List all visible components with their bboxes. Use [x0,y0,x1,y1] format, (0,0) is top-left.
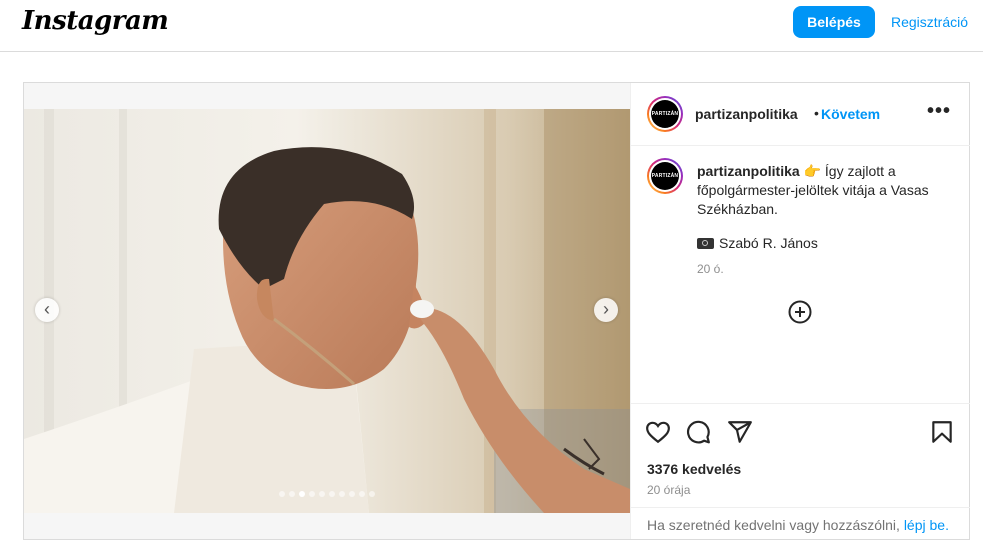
follow-button[interactable]: Követem [821,106,880,122]
carousel-dot [299,491,305,497]
separator-dot: • [814,105,819,121]
avatar[interactable]: PARTIZÁN [647,96,683,132]
heart-icon[interactable] [645,419,671,445]
carousel-dot [369,491,375,497]
carousel-dot [339,491,345,497]
carousel-indicator [279,491,375,497]
post-timestamp[interactable]: 20 órája [647,483,690,497]
carousel-dot [319,491,325,497]
post-sidebar: PARTIZÁN partizanpolitika • Követem ••• … [630,83,970,539]
pointing-hand-emoji: 👉 [803,163,822,179]
carousel-dot [349,491,355,497]
carousel-dot [359,491,365,497]
post-caption: partizanpolitika 👉 Így zajlott a főpolgá… [697,162,957,219]
more-options-icon[interactable]: ••• [927,100,951,123]
login-link[interactable]: lépj be. [904,517,949,533]
bookmark-icon[interactable] [929,419,955,445]
share-icon[interactable] [727,419,753,445]
comment-icon[interactable] [685,419,711,445]
add-comment-icon[interactable] [788,300,812,324]
chevron-left-icon[interactable]: ‹ [35,298,59,322]
post-media: ‹ › [24,83,630,539]
photo-credit-text: Szabó R. János [719,235,818,251]
login-prompt: Ha szeretnéd kedvelni vagy hozzászólni, … [647,517,949,533]
post-photo[interactable] [24,109,630,513]
post-actions: 3376 kedvelés 20 órája Ha szeretnéd kedv… [631,403,970,540]
chevron-right-icon[interactable]: › [594,298,618,322]
avatar-label: PARTIZÁN [651,162,679,190]
camera-icon [697,238,714,249]
avatar-label: PARTIZÁN [651,100,679,128]
photo-credit: Szabó R. János [697,235,818,251]
post-username[interactable]: partizanpolitika [695,106,798,122]
top-navigation-bar: Instagram Belépés Regisztráció [0,0,983,52]
carousel-dot [329,491,335,497]
post-header: PARTIZÁN partizanpolitika • Követem ••• [631,83,970,146]
caption-username[interactable]: partizanpolitika [697,163,800,179]
login-prompt-bar: Ha szeretnéd kedvelni vagy hozzászólni, … [631,507,970,541]
carousel-dot [309,491,315,497]
instagram-logo[interactable]: Instagram [22,6,169,36]
post-card: ‹ › PARTIZÁN partizanpolitika • Követem … [23,82,970,540]
login-button[interactable]: Belépés [793,6,875,38]
caption-timestamp[interactable]: 20 ó. [697,262,724,276]
signup-link[interactable]: Regisztráció [891,14,968,30]
login-prompt-text: Ha szeretnéd kedvelni vagy hozzászólni, [647,517,900,533]
like-count[interactable]: 3376 kedvelés [647,461,741,477]
carousel-dot [279,491,285,497]
caption-avatar[interactable]: PARTIZÁN [647,158,683,194]
carousel-dot [289,491,295,497]
